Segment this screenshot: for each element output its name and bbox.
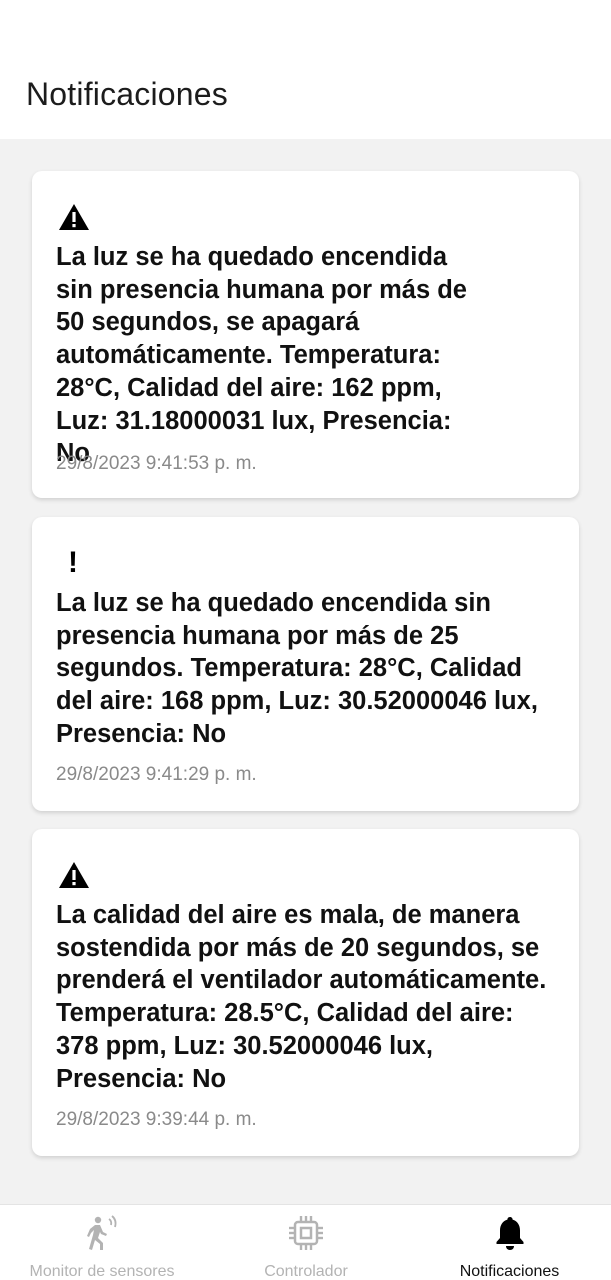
- notification-message: La luz se ha quedado encendida sin prese…: [56, 243, 467, 468]
- app-header: Notificaciones: [0, 0, 611, 139]
- exclamation-icon: !: [68, 546, 78, 579]
- warning-triangle-icon: [58, 861, 90, 893]
- notification-message: La luz se ha quedado encendida sin prese…: [56, 589, 538, 748]
- nav-tab-notificaciones[interactable]: Notificaciones: [408, 1205, 611, 1280]
- notification-message: La calidad del aire es mala, de manera s…: [56, 901, 547, 1093]
- bell-icon: [490, 1213, 530, 1253]
- nav-tab-controlador[interactable]: Controlador: [204, 1205, 408, 1280]
- chip-icon: [286, 1213, 326, 1253]
- notification-timestamp: 29/8/2023 9:41:53 p. m.: [56, 453, 257, 474]
- notification-card[interactable]: La luz se ha quedado encendida sin prese…: [32, 171, 579, 498]
- app-root: Notificaciones La luz se ha quedado ence…: [0, 0, 611, 1280]
- bottom-navigation: Monitor de sensores Controlador Notifica…: [0, 1204, 611, 1280]
- nav-label: Notificaciones: [459, 1263, 560, 1280]
- page-title: Notificaciones: [26, 76, 229, 112]
- notification-card[interactable]: ! La luz se ha quedado encendida sin pre…: [32, 517, 579, 811]
- nav-label: Monitor de sensores: [29, 1263, 175, 1280]
- nav-label: Controlador: [264, 1263, 348, 1280]
- person-sensor-icon: [82, 1213, 122, 1253]
- nav-tab-monitor-de-sensores[interactable]: Monitor de sensores: [0, 1205, 204, 1280]
- warning-triangle-icon: [58, 203, 90, 235]
- notification-card[interactable]: La calidad del aire es mala, de manera s…: [32, 829, 579, 1156]
- notification-timestamp: 29/8/2023 9:41:29 p. m.: [56, 764, 257, 785]
- notification-timestamp: 29/8/2023 9:39:44 p. m.: [56, 1109, 257, 1130]
